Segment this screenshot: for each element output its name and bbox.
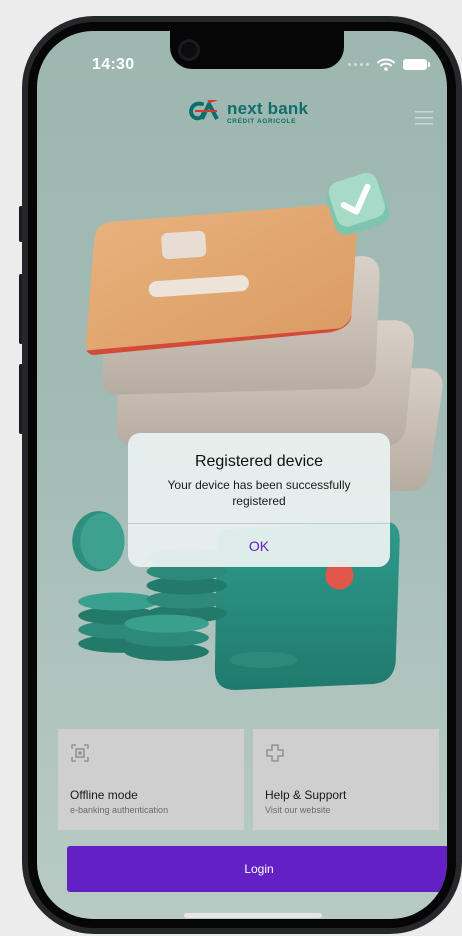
help-support-subtitle: Visit our website [265, 805, 331, 815]
coin-flat [228, 651, 298, 668]
alert-title: Registered device [194, 453, 324, 470]
card-stack-1 [102, 256, 380, 395]
plus-outline-icon [266, 744, 284, 762]
brand-subtitle: CRÉDIT AGRICOLE [227, 118, 297, 125]
app-screen: 14:30 next bank CRÉDIT AGRICOLE Offline … [37, 31, 447, 919]
qr-code-icon [71, 744, 89, 762]
status-time: 14:30 [92, 56, 135, 73]
card-stripe [148, 275, 249, 298]
phone-frame: 14:30 next bank CRÉDIT AGRICOLE Offline … [22, 16, 462, 934]
battery-icon [403, 59, 430, 70]
hamburger-menu-icon[interactable] [415, 111, 433, 125]
registered-device-alert: Registered device Your device has been s… [128, 433, 390, 567]
signal-dots [348, 63, 369, 66]
brand-logo: next bank CRÉDIT AGRICOLE [187, 100, 308, 126]
notch [170, 31, 344, 69]
ca-logo-icon [189, 100, 219, 121]
wifi-icon [377, 58, 395, 71]
phone-bezel: 14:30 next bank CRÉDIT AGRICOLE Offline … [28, 22, 456, 928]
coin-stack-left [78, 592, 159, 653]
check-badge-icon [326, 172, 390, 236]
home-indicator [184, 913, 322, 918]
brand-name: next bank [227, 99, 309, 118]
login-button[interactable]: Login [67, 846, 447, 892]
alert-ok-button[interactable]: OK [128, 524, 390, 567]
front-camera [178, 39, 200, 61]
card-stack-2 [116, 320, 414, 447]
alert-message: Your device has been successfully regist… [167, 478, 351, 509]
offline-mode-subtitle: e-banking authentication [70, 805, 169, 815]
offline-mode-tile[interactable]: Offline mode e-banking authentication [58, 729, 244, 830]
card-chip [161, 230, 207, 260]
help-support-tile[interactable]: Help & Support Visit our website [253, 729, 439, 830]
status-indicators [348, 58, 430, 71]
orange-card [86, 203, 358, 355]
coin-stack-front [124, 614, 209, 661]
help-support-title: Help & Support [265, 788, 347, 802]
offline-mode-title: Offline mode [70, 788, 138, 802]
